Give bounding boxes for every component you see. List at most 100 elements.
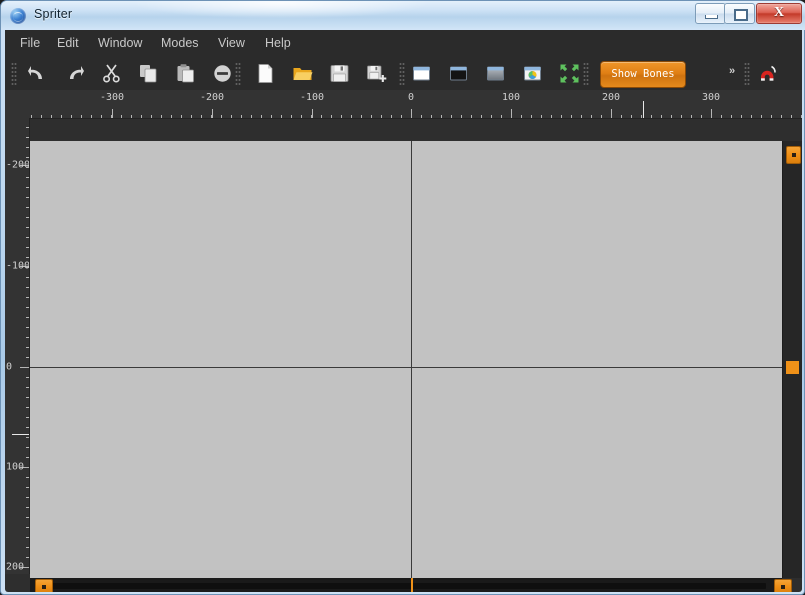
- save-file-button[interactable]: [327, 61, 352, 86]
- horizontal-scrollbar-origin-marker[interactable]: [411, 578, 413, 592]
- ruler-tick: [101, 115, 102, 118]
- horizontal-scrollbar-track[interactable]: [46, 583, 766, 589]
- ruler-label: 0: [408, 92, 414, 103]
- ruler-tick-major: [411, 109, 412, 118]
- maximize-button[interactable]: [724, 3, 755, 24]
- ruler-tick: [26, 137, 29, 138]
- toolbar-grip[interactable]: [235, 62, 241, 85]
- horizontal-scrollbar-handle-right[interactable]: [774, 579, 792, 592]
- ruler-tick: [491, 115, 492, 118]
- snap-magnet-button[interactable]: [755, 61, 780, 86]
- fit-to-view-button[interactable]: [557, 61, 582, 86]
- horizontal-ruler[interactable]: -300-200-1000100200300: [29, 90, 802, 119]
- horizontal-scrollbar-handle-left[interactable]: [35, 579, 53, 592]
- ruler-tick: [571, 115, 572, 118]
- title-bar: Spriter X: [1, 1, 805, 30]
- ruler-tick: [26, 407, 29, 408]
- ruler-tick: [431, 115, 432, 118]
- toolbar-grip[interactable]: [11, 62, 17, 85]
- ruler-tick: [26, 427, 29, 428]
- scrollbar-handle-nub: [781, 585, 785, 589]
- ruler-tick-major: [611, 109, 612, 118]
- ruler-label: 100: [6, 462, 24, 473]
- ruler-label: -200: [200, 92, 224, 103]
- toolbar-grip[interactable]: [583, 62, 589, 85]
- ruler-tick: [731, 115, 732, 118]
- open-file-button[interactable]: [290, 61, 315, 86]
- canvas-horizontal-axis: [30, 367, 782, 368]
- ruler-tick: [471, 115, 472, 118]
- ruler-tick: [26, 227, 29, 228]
- ruler-tick: [26, 147, 29, 148]
- ruler-tick: [231, 115, 232, 118]
- ruler-tick: [61, 115, 62, 118]
- background-gray-icon: [483, 61, 508, 86]
- ruler-label: 200: [6, 562, 24, 573]
- toolbar-overflow-button[interactable]: »: [729, 65, 735, 77]
- globe-icon: [10, 8, 26, 24]
- vertical-scrollbar-origin-marker[interactable]: [786, 361, 799, 374]
- ruler-tick: [26, 157, 29, 158]
- ruler-tick: [26, 377, 29, 378]
- minimize-button[interactable]: [695, 3, 726, 24]
- ruler-tick: [771, 115, 772, 118]
- toolbar-grip[interactable]: [399, 62, 405, 85]
- vertical-ruler[interactable]: -200-1000100200: [5, 118, 30, 574]
- ruler-tick: [26, 187, 29, 188]
- menu-item-window[interactable]: Window: [91, 34, 149, 53]
- background-color-button[interactable]: [520, 61, 545, 86]
- ruler-tick: [201, 115, 202, 118]
- ruler-tick: [26, 197, 29, 198]
- redo-button[interactable]: [62, 61, 87, 86]
- copy-button[interactable]: [136, 61, 161, 86]
- client-area: File Edit Window Modes View Help: [5, 30, 802, 592]
- ruler-tick: [551, 115, 552, 118]
- ruler-tick: [631, 115, 632, 118]
- show-bones-button[interactable]: Show Bones: [600, 61, 686, 88]
- menu-item-view[interactable]: View: [211, 34, 252, 53]
- new-file-button[interactable]: [253, 61, 278, 86]
- paste-button[interactable]: [173, 61, 198, 86]
- ruler-tick: [131, 115, 132, 118]
- ruler-tick: [26, 207, 29, 208]
- undo-icon: [25, 61, 50, 86]
- ruler-tick: [26, 557, 29, 558]
- ruler-tick-major: [212, 109, 213, 118]
- save-as-file-button[interactable]: [364, 61, 389, 86]
- ruler-tick: [281, 115, 282, 118]
- vertical-scrollbar[interactable]: [782, 141, 802, 578]
- menu-item-help[interactable]: Help: [258, 34, 298, 53]
- ruler-tick: [581, 115, 582, 118]
- undo-button[interactable]: [25, 61, 50, 86]
- minimize-icon: [705, 15, 718, 19]
- menu-item-modes[interactable]: Modes: [154, 34, 206, 53]
- toolbar-grip[interactable]: [744, 62, 750, 85]
- ruler-tick-major: [312, 109, 313, 118]
- ruler-tick: [121, 115, 122, 118]
- ruler-tick: [501, 115, 502, 118]
- ruler-tick: [26, 417, 29, 418]
- canvas-viewport[interactable]: [30, 141, 782, 578]
- ruler-tick: [26, 507, 29, 508]
- ruler-tick: [381, 115, 382, 118]
- vertical-scrollbar-handle-top[interactable]: [786, 146, 801, 164]
- background-color-icon: [520, 61, 545, 86]
- cut-button[interactable]: [99, 61, 124, 86]
- ruler-tick: [26, 297, 29, 298]
- horizontal-scrollbar[interactable]: [30, 578, 782, 592]
- ruler-tick: [601, 115, 602, 118]
- menu-item-file[interactable]: File: [13, 34, 47, 53]
- ruler-tick: [721, 115, 722, 118]
- background-gray-button[interactable]: [483, 61, 508, 86]
- close-button[interactable]: X: [756, 3, 802, 24]
- ruler-tick: [26, 397, 29, 398]
- background-black-button[interactable]: [446, 61, 471, 86]
- ruler-tick: [51, 115, 52, 118]
- ruler-tick: [91, 115, 92, 118]
- ruler-tick: [26, 487, 29, 488]
- menu-item-edit[interactable]: Edit: [50, 34, 86, 53]
- background-white-button[interactable]: [409, 61, 434, 86]
- delete-button[interactable]: [210, 61, 235, 86]
- ruler-tick: [401, 115, 402, 118]
- ruler-label: 300: [702, 92, 720, 103]
